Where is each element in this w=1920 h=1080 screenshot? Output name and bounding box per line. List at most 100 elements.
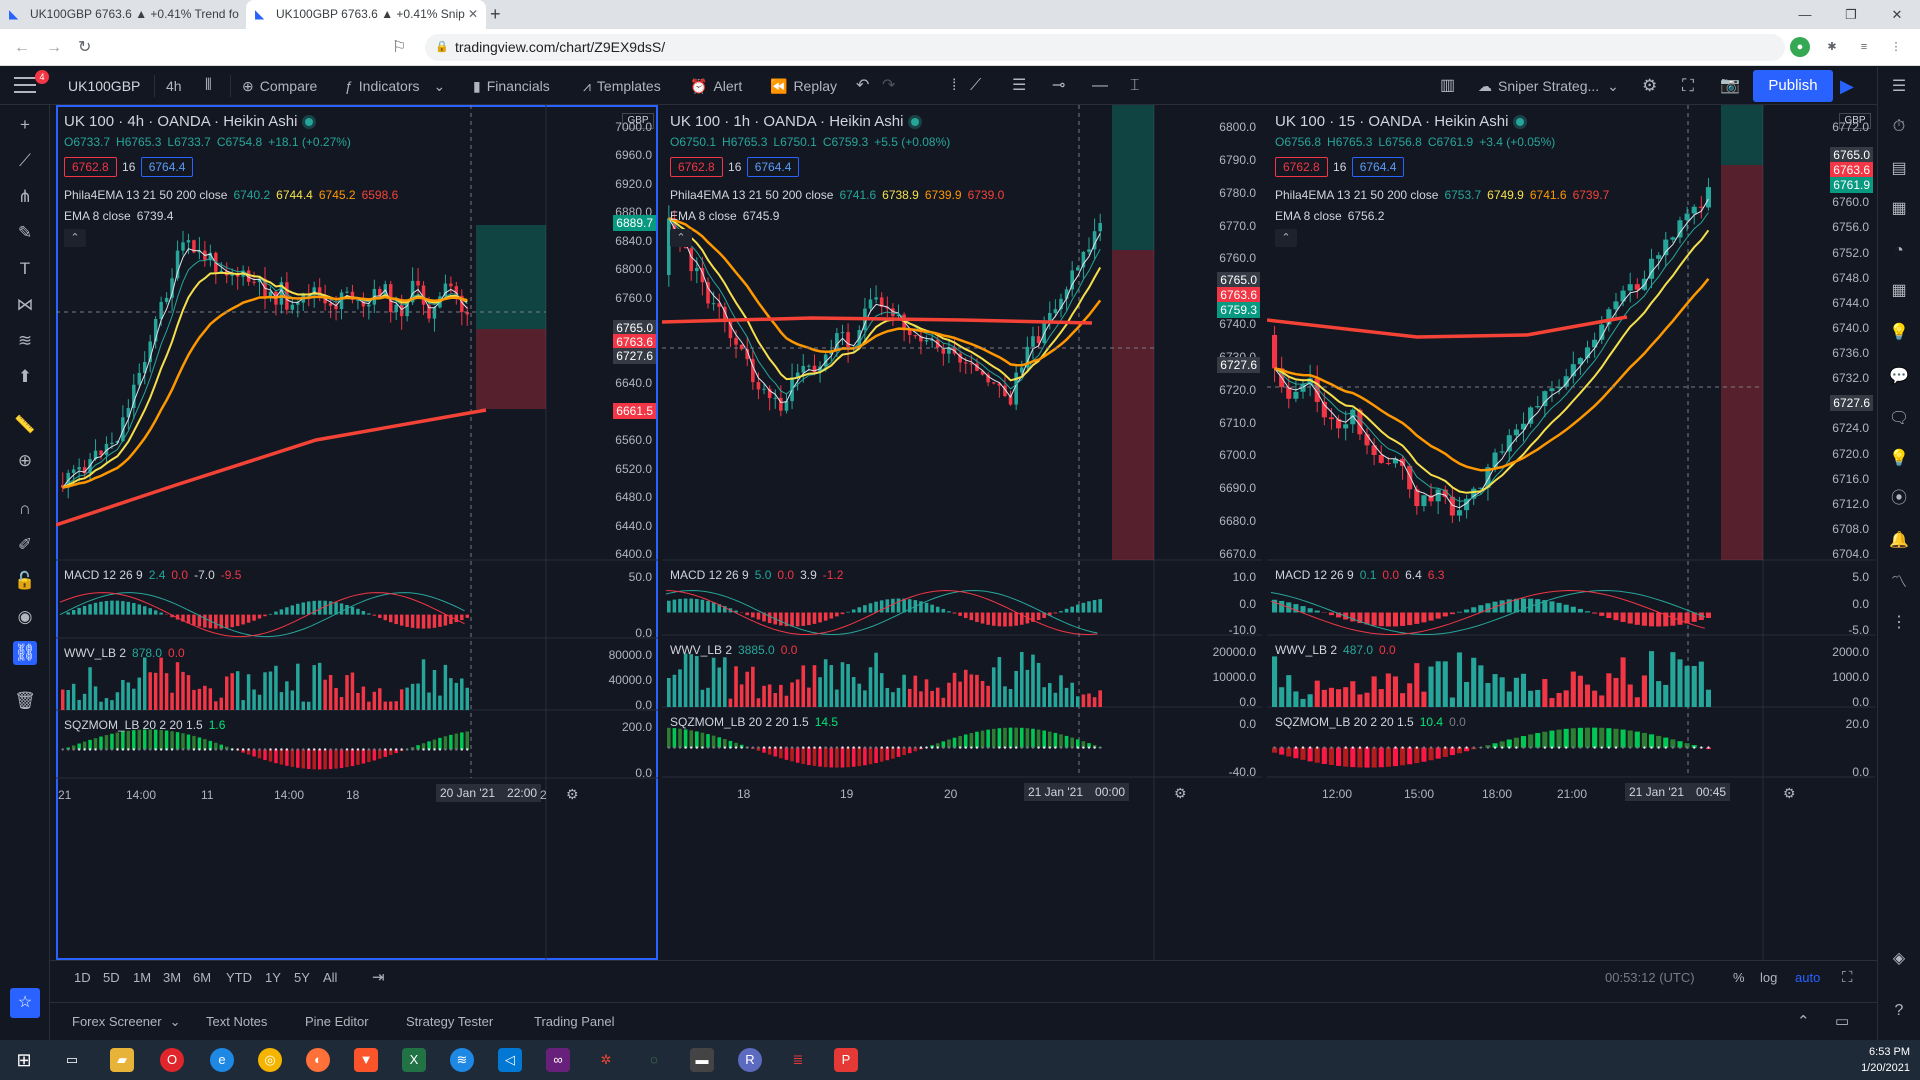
- system-tray-clock[interactable]: 6:53 PM 1/20/2021: [1861, 1044, 1910, 1076]
- opera-icon[interactable]: O: [160, 1048, 184, 1072]
- position-target-zone[interactable]: [476, 225, 546, 329]
- buy-button[interactable]: 6764.4: [140, 157, 194, 177]
- lock-pencil-icon[interactable]: ✐: [13, 533, 37, 557]
- goto-date-icon[interactable]: ⇥: [372, 961, 385, 995]
- windows-start-icon[interactable]: ⊞: [12, 1048, 36, 1072]
- chart-title[interactable]: UK 100 · 1h · OANDA · Heikin Ashi: [670, 113, 920, 130]
- range-all-button[interactable]: All: [323, 961, 337, 995]
- news-icon[interactable]: ▦: [1887, 197, 1911, 221]
- publish-button[interactable]: Publish: [1753, 70, 1833, 102]
- order-panel-icon[interactable]: ⋮: [1887, 611, 1911, 635]
- pattern-icon[interactable]: ⋈: [13, 293, 37, 317]
- symbol-search-button[interactable]: UK100GBP: [68, 67, 140, 105]
- tab-trading-panel[interactable]: Trading Panel: [534, 1003, 614, 1040]
- sell-button[interactable]: 6762.8: [64, 157, 117, 177]
- undo-icon[interactable]: ↶: [856, 67, 869, 105]
- horizontal-ray-icon[interactable]: ⊸: [1052, 67, 1065, 105]
- layout-name-button[interactable]: ☁ Sniper Strateg... ⌄: [1478, 67, 1619, 105]
- sqzmom-legend[interactable]: SQZMOM_LB 20 2 20 1.5 14.5: [670, 715, 838, 729]
- measure-icon[interactable]: ⌶: [1130, 67, 1140, 105]
- ema8-indicator-legend[interactable]: EMA 8 close 6739.4: [64, 209, 173, 223]
- watchlist-icon[interactable]: ☰: [1887, 75, 1911, 99]
- browser-menu-icon[interactable]: ⋮: [1886, 37, 1906, 57]
- fullscreen-icon[interactable]: ⛶: [1682, 67, 1694, 105]
- back-icon[interactable]: ←: [14, 29, 30, 66]
- range-1d-button[interactable]: 1D: [74, 961, 91, 995]
- ema-indicator-legend[interactable]: Phila4EMA 13 21 50 200 close 6741.6 6738.9…: [670, 188, 1004, 202]
- forward-icon[interactable]: →: [46, 29, 62, 66]
- browser-tab-active[interactable]: ◣ UK100GBP 6763.6 ▲ +0.41% Snip ✕: [246, 0, 486, 29]
- range-5d-button[interactable]: 5D: [103, 961, 120, 995]
- redo-icon[interactable]: ↷: [882, 67, 895, 105]
- close-window-icon[interactable]: ✕: [1874, 0, 1920, 29]
- trendline-icon[interactable]: ⟋: [970, 67, 981, 105]
- sell-button[interactable]: 6762.8: [670, 157, 723, 177]
- quantity-field[interactable]: 16: [117, 160, 141, 174]
- hotlist-icon[interactable]: ◔: [1887, 239, 1911, 263]
- layers-icon[interactable]: ◈: [1887, 947, 1911, 971]
- position-target-zone[interactable]: [1721, 105, 1763, 165]
- chat-icon[interactable]: 💬: [1887, 365, 1911, 389]
- buy-button[interactable]: 6764.4: [1351, 157, 1405, 177]
- alert-button[interactable]: ⏰ Alert: [690, 67, 742, 105]
- ideas-bulb-icon[interactable]: 💡: [1887, 321, 1911, 345]
- eye-icon[interactable]: ◉: [13, 605, 37, 629]
- reload-icon[interactable]: ↻: [78, 29, 91, 66]
- ema-indicator-legend[interactable]: Phila4EMA 13 21 50 200 close 6740.2 6744.4…: [64, 188, 398, 202]
- forecast-icon[interactable]: ≋: [13, 329, 37, 353]
- p-app-icon[interactable]: P: [834, 1048, 858, 1072]
- broadcast-icon[interactable]: ⦿: [1887, 487, 1911, 511]
- edge-icon[interactable]: e: [210, 1048, 234, 1072]
- brush-icon[interactable]: ✎: [13, 221, 37, 245]
- magnet-icon[interactable]: ∩: [13, 497, 37, 521]
- new-tab-button[interactable]: +: [490, 0, 501, 29]
- chart-pane-15m[interactable]: UK 100 · 15 · OANDA · Heikin Ashi O6756.8…: [1267, 105, 1875, 960]
- text-tool-icon[interactable]: T: [13, 257, 37, 281]
- sync-app-icon[interactable]: ◌: [642, 1048, 666, 1072]
- range-6m-button[interactable]: 6M: [193, 961, 211, 995]
- position-target-zone[interactable]: [1112, 105, 1154, 250]
- firefox-icon[interactable]: ◐: [306, 1048, 330, 1072]
- layout-icon[interactable]: ▥: [1440, 67, 1455, 105]
- price-axis[interactable]: GBP6772.06768.06764.06760.06756.06752.06…: [1763, 105, 1875, 930]
- streams-icon[interactable]: 💡: [1887, 447, 1911, 471]
- file-explorer-icon[interactable]: ▰: [110, 1048, 134, 1072]
- chart-title[interactable]: UK 100 · 4h · OANDA · Heikin Ashi: [64, 113, 314, 130]
- drag-handle-icon[interactable]: ⁞: [952, 67, 956, 105]
- restore-icon[interactable]: ❐: [1828, 0, 1874, 29]
- browser-tab[interactable]: ◣ UK100GBP 6763.6 ▲ +0.41% Trend fo: [0, 0, 242, 29]
- position-stop-zone[interactable]: [1721, 165, 1763, 560]
- app-icon[interactable]: ≋: [450, 1048, 474, 1072]
- horizontal-line-icon[interactable]: —: [1092, 67, 1108, 105]
- chrome-icon[interactable]: ◎: [258, 1048, 282, 1072]
- calendar-icon[interactable]: ▦: [1887, 279, 1911, 303]
- fib-icon[interactable]: ☰: [1012, 67, 1026, 105]
- axis-settings-gear-icon[interactable]: ⚙: [1174, 785, 1187, 802]
- help-icon[interactable]: ?: [1887, 999, 1911, 1023]
- trendline-tool-icon[interactable]: ⟋: [13, 149, 37, 173]
- visual-studio-icon[interactable]: ∞: [546, 1048, 570, 1072]
- stack-app-icon[interactable]: ≣: [786, 1048, 810, 1072]
- tab-strategy-tester[interactable]: Strategy Tester: [406, 1003, 493, 1040]
- financials-button[interactable]: ▮ Financials: [473, 67, 550, 105]
- wwv-legend[interactable]: WWV_LB 2 487.0 0.0: [1275, 643, 1396, 657]
- replay-button[interactable]: ⏪ Replay: [770, 67, 837, 105]
- link-icon[interactable]: ⛓: [13, 641, 37, 665]
- fullscreen-chart-icon[interactable]: ⛶: [1842, 961, 1853, 995]
- sell-button[interactable]: 6762.8: [1275, 157, 1328, 177]
- terminal-icon[interactable]: ▬: [690, 1048, 714, 1072]
- camera-icon[interactable]: 📷: [1720, 67, 1740, 105]
- buy-button[interactable]: 6764.4: [746, 157, 800, 177]
- compare-button[interactable]: ⊕ Compare: [242, 67, 317, 105]
- trash-icon[interactable]: 🗑: [13, 689, 37, 713]
- interval-button[interactable]: 4h: [166, 67, 182, 105]
- tab-pine-editor[interactable]: Pine Editor: [305, 1003, 369, 1040]
- sqzmom-legend[interactable]: SQZMOM_LB 20 2 20 1.5 1.6: [64, 718, 225, 732]
- pitchfork-icon[interactable]: ⋔: [13, 185, 37, 209]
- price-axis[interactable]: 6800.06790.06780.06770.06760.06750.06740…: [1154, 105, 1262, 930]
- bookmark-icon[interactable]: ⚐: [392, 29, 406, 66]
- ema8-indicator-legend[interactable]: EMA 8 close 6745.9: [670, 209, 779, 223]
- excel-icon[interactable]: X: [402, 1048, 426, 1072]
- wwv-legend[interactable]: WWV_LB 2 878.0 0.0: [64, 646, 185, 660]
- ruler-icon[interactable]: 📏: [13, 413, 37, 437]
